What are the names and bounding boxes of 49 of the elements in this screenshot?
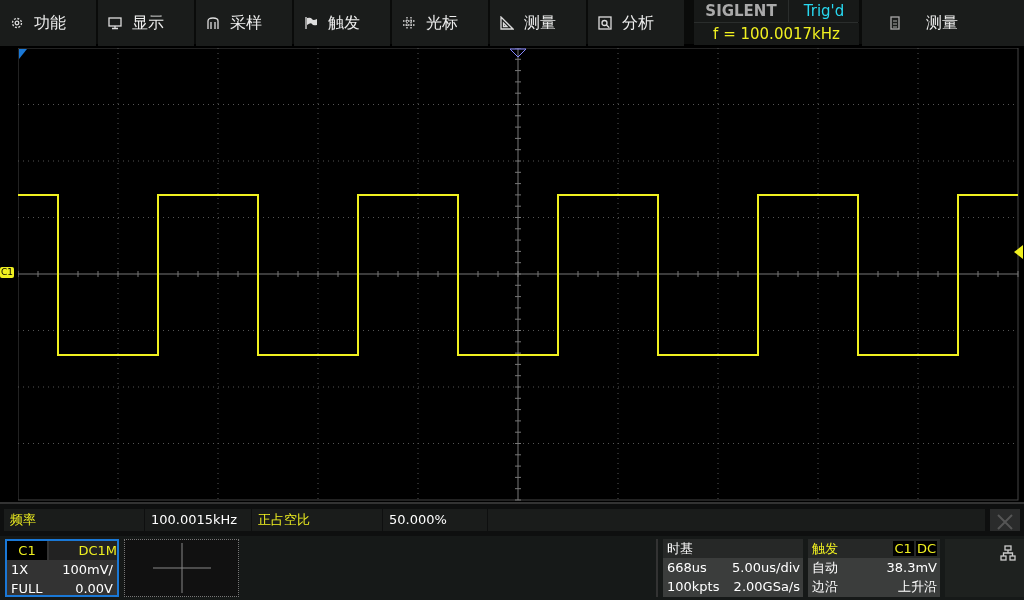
- trigger-source: C1: [892, 541, 914, 556]
- sample-rate-value: 2.00GSa/s: [733, 578, 800, 596]
- network-icon[interactable]: [1000, 545, 1016, 561]
- trigger-position-marker[interactable]: [19, 49, 27, 59]
- channel-name: C1: [7, 541, 47, 560]
- measurement-name: 频率: [4, 509, 144, 531]
- ruler-icon: [500, 16, 514, 30]
- menu-button[interactable]: 测量: [490, 0, 586, 46]
- plus-icon: [152, 543, 211, 593]
- arch-icon: [206, 16, 220, 30]
- time-scale-value: 5.00us/div: [732, 559, 800, 577]
- flag-icon: [304, 16, 318, 30]
- brand-logo: SIGLENT: [694, 0, 788, 22]
- trigger-level-marker[interactable]: [1014, 245, 1023, 259]
- trigger-coupling: DC: [915, 541, 937, 556]
- trigger-slope-value: 上升沿: [898, 578, 937, 596]
- gear-icon: [10, 16, 24, 30]
- channel-marker[interactable]: C1: [0, 267, 14, 278]
- side-menu-button[interactable]: 测量: [862, 0, 1024, 46]
- trigger-title: 触发: [812, 540, 838, 558]
- menu-button[interactable]: 显示: [98, 0, 194, 46]
- grid-icon: [402, 16, 416, 30]
- monitor-icon: [108, 16, 122, 30]
- measurement-value: 100.0015kHz: [145, 509, 251, 531]
- timebase-title: 时基: [667, 540, 693, 558]
- measurement-value: 50.000%: [383, 509, 487, 531]
- menu-button[interactable]: 光标: [392, 0, 488, 46]
- vertical-scale-value: 100mV/: [62, 561, 113, 579]
- trigger-mode-value: 自动: [812, 559, 838, 577]
- list-icon: [890, 16, 900, 30]
- menu-button[interactable]: 功能: [0, 0, 96, 46]
- menu-button[interactable]: 触发: [294, 0, 390, 46]
- memory-depth-value: 100kpts: [667, 578, 720, 596]
- coupling-value: DC1M: [49, 541, 117, 560]
- measurement-name: 正占空比: [252, 509, 382, 531]
- probe-value: 1X: [11, 561, 29, 579]
- bandwidth-value: FULL: [11, 580, 43, 598]
- trigger-delay-marker[interactable]: [509, 48, 527, 58]
- trigger-type-value: 边沿: [812, 578, 838, 596]
- magnifier-icon: [598, 16, 612, 30]
- trigger-status: Trig'd: [789, 0, 859, 22]
- empty-channel-slot[interactable]: [124, 539, 239, 597]
- delay-value: 668us: [667, 559, 707, 577]
- channel-panel[interactable]: C1 DC1M 1X 100mV/ FULL 0.00V: [5, 539, 119, 597]
- menu-button[interactable]: 分析: [588, 0, 684, 46]
- trigger-level-value: 38.3mV: [886, 559, 937, 577]
- menu-button[interactable]: 采样: [196, 0, 292, 46]
- frequency-readout: f = 100.0017kHz: [694, 23, 859, 45]
- offset-value: 0.00V: [75, 580, 113, 598]
